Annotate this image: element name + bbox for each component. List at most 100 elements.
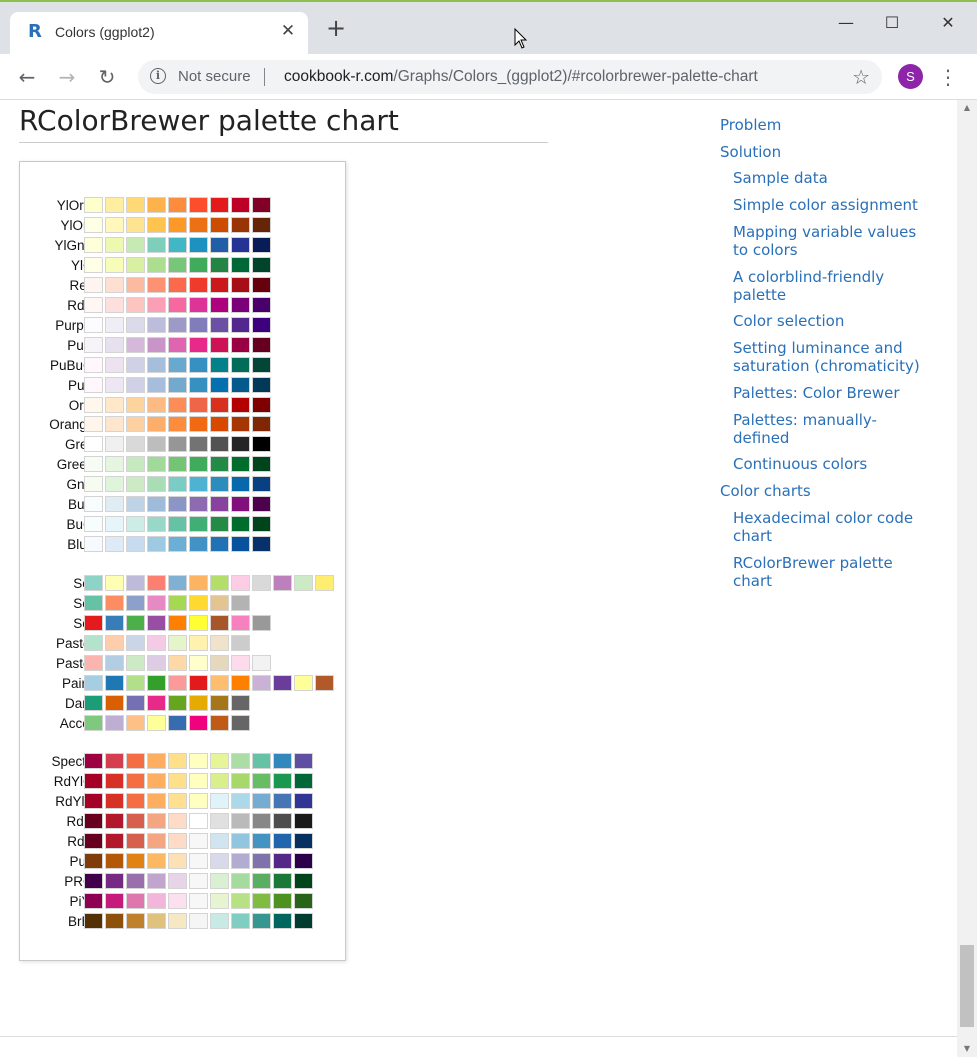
color-swatch <box>189 416 208 433</box>
palette-row: Pastel2 <box>20 634 345 652</box>
tab-close-icon[interactable]: ✕ <box>278 21 298 41</box>
window-close-icon[interactable]: ✕ <box>925 8 971 38</box>
color-swatch <box>210 376 229 393</box>
color-swatch <box>252 416 271 433</box>
tab-colors-ggplot2[interactable]: R Colors (ggplot2) ✕ <box>10 12 308 56</box>
toc-link[interactable]: Color selection <box>733 312 925 330</box>
color-swatch <box>126 832 145 849</box>
browser-menu-icon[interactable]: ⋮ <box>938 63 958 91</box>
color-swatch <box>252 852 271 869</box>
url-text[interactable]: cookbook-r.com/Graphs/Colors_(ggplot2)/#… <box>284 68 758 86</box>
minimize-icon[interactable]: — <box>823 8 869 38</box>
bookmark-star-icon[interactable]: ☆ <box>852 65 870 89</box>
color-swatch <box>210 456 229 473</box>
color-swatch <box>105 872 124 889</box>
color-swatch <box>252 376 271 393</box>
color-swatch <box>189 852 208 869</box>
color-swatch <box>252 792 271 809</box>
color-swatch <box>84 772 103 789</box>
palette-row: OrRd <box>20 396 345 414</box>
color-swatch <box>210 832 229 849</box>
color-swatch <box>105 316 124 333</box>
color-swatch <box>147 912 166 929</box>
color-swatch <box>168 792 187 809</box>
security-label[interactable]: Not secure <box>178 68 251 85</box>
site-info-icon[interactable]: i <box>150 68 166 84</box>
color-swatch <box>168 852 187 869</box>
palette-row: Oranges <box>20 416 345 433</box>
color-swatch <box>84 197 103 213</box>
color-swatch <box>147 634 166 651</box>
color-swatch <box>231 812 250 829</box>
color-swatch <box>210 396 229 413</box>
scrollbar-thumb[interactable] <box>960 945 974 1027</box>
color-swatch <box>210 594 229 611</box>
color-swatch <box>189 812 208 829</box>
color-swatch <box>273 772 292 789</box>
color-swatch <box>252 436 271 453</box>
vertical-scrollbar[interactable]: ▲ ▼ <box>957 100 977 1057</box>
maximize-icon[interactable]: ☐ <box>869 8 915 38</box>
color-swatch <box>126 872 145 889</box>
back-arrow-icon[interactable]: ← <box>13 63 41 91</box>
color-swatch <box>231 236 250 253</box>
color-swatch <box>84 892 103 909</box>
new-tab-icon[interactable]: + <box>326 16 346 40</box>
color-swatch <box>126 356 145 373</box>
color-swatch <box>231 536 250 553</box>
toc-link[interactable]: RColorBrewer palette chart <box>733 554 925 590</box>
color-swatch <box>210 476 229 493</box>
toc-link[interactable]: Setting luminance and saturation (chroma… <box>733 339 925 375</box>
color-swatch <box>189 496 208 513</box>
color-swatch <box>210 614 229 631</box>
color-swatch <box>126 852 145 869</box>
color-swatch <box>126 496 145 513</box>
color-swatch <box>105 396 124 413</box>
palette-row: Purples <box>20 316 345 334</box>
toc-link[interactable]: Mapping variable values to colors <box>733 223 925 259</box>
toc-link[interactable]: Color charts <box>720 482 925 500</box>
mouse-cursor-icon <box>514 28 528 49</box>
toc-link[interactable]: Palettes: manually-defined <box>733 411 925 447</box>
color-swatch <box>231 654 250 671</box>
toc-link[interactable]: Hexadecimal color code chart <box>733 509 925 545</box>
forward-arrow-icon[interactable]: → <box>53 63 81 91</box>
reload-icon[interactable]: ↻ <box>93 63 121 91</box>
color-swatch <box>126 516 145 533</box>
toc-link[interactable]: Sample data <box>733 169 925 187</box>
color-swatch <box>231 714 250 731</box>
toc-link[interactable]: Problem <box>720 116 925 134</box>
color-swatch <box>315 575 334 591</box>
color-swatch <box>105 236 124 253</box>
color-swatch <box>231 216 250 233</box>
color-swatch <box>189 396 208 413</box>
color-swatch <box>273 792 292 809</box>
toc-link[interactable]: Simple color assignment <box>733 196 925 214</box>
address-bar[interactable]: i Not secure cookbook-r.com/Graphs/Color… <box>138 60 882 94</box>
toc-link[interactable]: A colorblind-friendly palette <box>733 268 925 304</box>
palette-row: BuGn <box>20 516 345 533</box>
palette-row: GnBu <box>20 476 345 493</box>
color-swatch <box>147 872 166 889</box>
color-swatch <box>126 753 145 769</box>
color-swatch <box>168 594 187 611</box>
color-swatch <box>294 872 313 889</box>
scroll-up-icon[interactable]: ▲ <box>957 100 977 116</box>
color-swatch <box>105 536 124 553</box>
color-swatch <box>147 575 166 591</box>
color-swatch <box>168 197 187 213</box>
color-swatch <box>147 832 166 849</box>
color-swatch <box>105 456 124 473</box>
scroll-down-icon[interactable]: ▼ <box>957 1041 977 1057</box>
color-swatch <box>252 296 271 313</box>
color-swatch <box>105 792 124 809</box>
color-swatch <box>231 792 250 809</box>
profile-avatar[interactable]: S <box>898 64 923 89</box>
toc-link[interactable]: Palettes: Color Brewer <box>733 384 925 402</box>
color-swatch <box>231 912 250 929</box>
color-swatch <box>273 872 292 889</box>
color-swatch <box>168 753 187 769</box>
toc-link[interactable]: Solution <box>720 143 925 161</box>
color-swatch <box>84 436 103 453</box>
toc-link[interactable]: Continuous colors <box>733 455 925 473</box>
